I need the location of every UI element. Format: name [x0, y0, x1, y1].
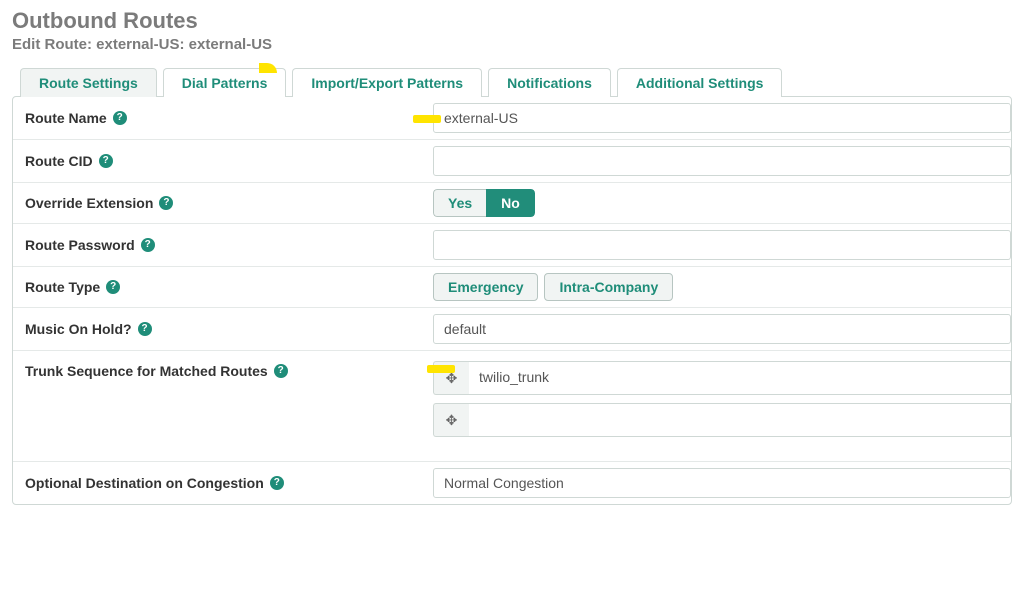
- help-icon[interactable]: ?: [159, 196, 173, 210]
- help-icon[interactable]: ?: [106, 280, 120, 294]
- settings-panel: Route Name ? Route CID ? Override Extens…: [12, 96, 1012, 505]
- label-route-type: Route Type: [25, 279, 100, 295]
- override-no-button[interactable]: No: [486, 189, 535, 217]
- highlight-icon: [259, 63, 277, 73]
- trunk-row: ✥ twilio_trunk: [433, 361, 1011, 395]
- moh-select[interactable]: default: [433, 314, 1011, 344]
- route-type-emergency-button[interactable]: Emergency: [433, 273, 538, 301]
- row-trunk-sequence: Trunk Sequence for Matched Routes ? ✥ tw…: [13, 351, 1011, 462]
- label-moh: Music On Hold?: [25, 321, 132, 337]
- route-password-input[interactable]: [433, 230, 1011, 260]
- help-icon[interactable]: ?: [138, 322, 152, 336]
- row-route-password: Route Password ?: [13, 224, 1011, 267]
- trunk-select-2[interactable]: [469, 403, 1011, 437]
- page-title: Outbound Routes: [12, 8, 1012, 34]
- override-extension-toggle: Yes No: [433, 189, 535, 217]
- page-subtitle: Edit Route: external-US: external-US: [12, 36, 1012, 53]
- trunk-select-1[interactable]: twilio_trunk: [469, 361, 1011, 395]
- help-icon[interactable]: ?: [141, 238, 155, 252]
- row-route-name: Route Name ?: [13, 97, 1011, 140]
- help-icon[interactable]: ?: [99, 154, 113, 168]
- row-moh: Music On Hold? ? default: [13, 308, 1011, 351]
- tab-notifications[interactable]: Notifications: [488, 68, 611, 97]
- route-cid-input[interactable]: [433, 146, 1011, 176]
- trunk-row: ✥: [433, 403, 1011, 437]
- help-icon[interactable]: ?: [113, 111, 127, 125]
- route-name-input[interactable]: [433, 103, 1011, 133]
- label-route-name: Route Name: [25, 110, 107, 126]
- row-route-type: Route Type ? Emergency Intra-Company: [13, 267, 1011, 308]
- label-congestion: Optional Destination on Congestion: [25, 475, 264, 491]
- help-icon[interactable]: ?: [274, 364, 288, 378]
- tab-route-settings[interactable]: Route Settings: [20, 68, 157, 97]
- tab-additional-settings[interactable]: Additional Settings: [617, 68, 783, 97]
- tabs: Route Settings Dial Patterns Import/Expo…: [20, 67, 1012, 96]
- label-route-password: Route Password: [25, 237, 135, 253]
- label-override-extension: Override Extension: [25, 195, 153, 211]
- override-yes-button[interactable]: Yes: [433, 189, 486, 217]
- help-icon[interactable]: ?: [270, 476, 284, 490]
- row-congestion: Optional Destination on Congestion ? Nor…: [13, 462, 1011, 504]
- move-icon[interactable]: ✥: [433, 403, 469, 437]
- row-override-extension: Override Extension ? Yes No: [13, 183, 1011, 224]
- label-route-cid: Route CID: [25, 153, 93, 169]
- row-route-cid: Route CID ?: [13, 140, 1011, 183]
- route-type-intra-button[interactable]: Intra-Company: [544, 273, 673, 301]
- highlight-icon: [427, 365, 455, 373]
- congestion-select[interactable]: Normal Congestion: [433, 468, 1011, 498]
- highlight-icon: [413, 115, 441, 123]
- label-trunk-sequence: Trunk Sequence for Matched Routes: [25, 363, 268, 379]
- tab-import-export[interactable]: Import/Export Patterns: [292, 68, 482, 97]
